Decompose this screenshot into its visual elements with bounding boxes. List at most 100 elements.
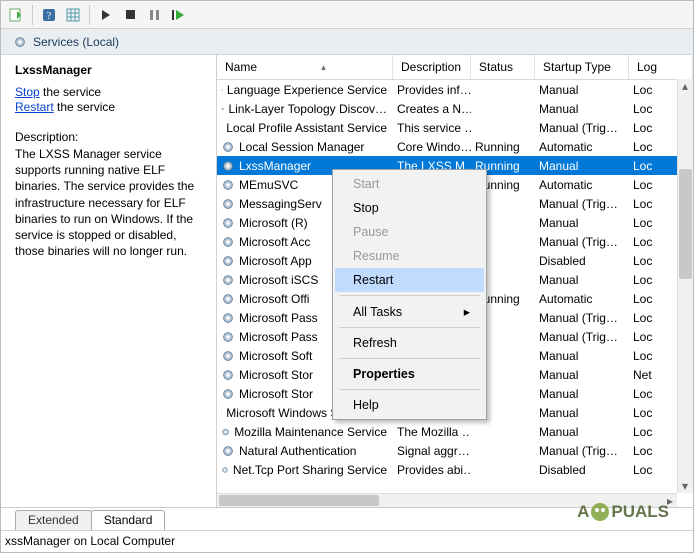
gear-icon bbox=[221, 349, 235, 363]
tab-standard[interactable]: Standard bbox=[91, 510, 166, 530]
gear-icon bbox=[221, 311, 235, 325]
separator bbox=[89, 5, 90, 25]
cell-startup: Automatic bbox=[535, 140, 629, 154]
header-title: Services (Local) bbox=[33, 35, 119, 49]
toolbar-btn-export[interactable] bbox=[5, 4, 27, 26]
cell-startup: Disabled bbox=[535, 254, 629, 268]
gear-icon bbox=[221, 159, 235, 173]
table-row[interactable]: Local Session ManagerCore Windo…RunningA… bbox=[217, 137, 693, 156]
cell-startup: Automatic bbox=[535, 178, 629, 192]
table-row[interactable]: Local Profile Assistant ServiceThis serv… bbox=[217, 118, 693, 137]
ctx-all-tasks-label: All Tasks bbox=[353, 305, 402, 319]
scrollbar-vertical[interactable]: ▴ ▾ bbox=[677, 79, 693, 493]
gear-icon bbox=[221, 216, 235, 230]
cell-startup: Manual bbox=[535, 83, 629, 97]
ctx-separator bbox=[339, 358, 480, 359]
col-status[interactable]: Status bbox=[471, 55, 535, 79]
scroll-up-icon[interactable]: ▴ bbox=[678, 79, 692, 93]
cell-startup: Manual bbox=[535, 216, 629, 230]
ctx-start[interactable]: Start bbox=[335, 172, 484, 196]
description-label: Description: bbox=[15, 130, 206, 144]
scroll-thumb-vertical[interactable] bbox=[679, 169, 692, 279]
gear-icon bbox=[221, 83, 223, 97]
ctx-all-tasks[interactable]: All Tasks▸ bbox=[335, 299, 484, 324]
gear-icon bbox=[221, 387, 235, 401]
gear-icon bbox=[221, 463, 229, 477]
col-name-label: Name bbox=[225, 60, 257, 74]
stop-suffix: the service bbox=[40, 85, 101, 99]
cell-name: Local Profile Assistant Service bbox=[217, 121, 393, 135]
table-row[interactable]: Natural AuthenticationSignal aggr…Manual… bbox=[217, 441, 693, 460]
toolbar-btn-stop[interactable] bbox=[119, 4, 141, 26]
table-row[interactable]: Link-Layer Topology Discov…Creates a N…M… bbox=[217, 99, 693, 118]
tab-extended[interactable]: Extended bbox=[15, 510, 92, 530]
table-row[interactable]: Net.Tcp Port Sharing ServiceProvides abi… bbox=[217, 460, 693, 479]
status-bar: xssManager on Local Computer bbox=[1, 530, 693, 552]
ctx-separator bbox=[339, 389, 480, 390]
detail-service-name: LxssManager bbox=[15, 63, 206, 77]
restart-service-line: Restart the service bbox=[15, 100, 206, 114]
cell-startup: Automatic bbox=[535, 292, 629, 306]
scroll-right-icon[interactable]: ▸ bbox=[663, 494, 677, 507]
cell-name: Local Session Manager bbox=[217, 140, 393, 154]
table-row[interactable]: Mozilla Maintenance ServiceThe Mozilla …… bbox=[217, 422, 693, 441]
ctx-properties[interactable]: Properties bbox=[335, 362, 484, 386]
description-body: The LXSS Manager service supports runnin… bbox=[15, 146, 206, 259]
svg-text:?: ? bbox=[47, 11, 52, 22]
separator bbox=[32, 5, 33, 25]
toolbar-btn-start[interactable] bbox=[95, 4, 117, 26]
gear-icon bbox=[221, 444, 235, 458]
gear-icon bbox=[221, 197, 235, 211]
scrollbar-horizontal[interactable]: ◂ ▸ bbox=[217, 493, 677, 507]
restart-link[interactable]: Restart bbox=[15, 100, 54, 114]
ctx-resume[interactable]: Resume bbox=[335, 244, 484, 268]
col-startup[interactable]: Startup Type bbox=[535, 55, 629, 79]
cell-startup: Manual bbox=[535, 368, 629, 382]
cell-startup: Manual bbox=[535, 387, 629, 401]
ctx-help[interactable]: Help bbox=[335, 393, 484, 417]
services-window: { "toolbar": { "btn_back": "←", "btn_fwd… bbox=[0, 0, 694, 553]
gear-icon bbox=[221, 330, 235, 344]
cell-name: Net.Tcp Port Sharing Service bbox=[217, 463, 393, 477]
table-row[interactable]: Language Experience ServiceProvides inf…… bbox=[217, 80, 693, 99]
export-icon bbox=[9, 8, 23, 22]
cell-description: Core Windo… bbox=[393, 140, 471, 154]
col-description[interactable]: Description bbox=[393, 55, 471, 79]
cell-startup: Manual (Trig… bbox=[535, 121, 629, 135]
ctx-pause[interactable]: Pause bbox=[335, 220, 484, 244]
scroll-down-icon[interactable]: ▾ bbox=[678, 479, 692, 493]
col-logon[interactable]: Log bbox=[629, 55, 693, 79]
cell-description: Creates a N… bbox=[393, 102, 471, 116]
services-icon bbox=[13, 35, 27, 49]
ctx-separator bbox=[339, 327, 480, 328]
stop-service-line: Stop the service bbox=[15, 85, 206, 99]
toolbar-btn-restart[interactable] bbox=[167, 4, 189, 26]
ctx-stop[interactable]: Stop bbox=[335, 196, 484, 220]
gear-icon bbox=[221, 292, 235, 306]
cell-startup: Disabled bbox=[535, 463, 629, 477]
gear-icon bbox=[221, 273, 235, 287]
col-name[interactable]: Name ▴ bbox=[217, 55, 393, 79]
pause-icon bbox=[150, 10, 159, 20]
cell-startup: Manual (Trig… bbox=[535, 330, 629, 344]
sort-asc-icon: ▴ bbox=[321, 62, 326, 73]
gear-icon bbox=[221, 406, 222, 420]
cell-name: Language Experience Service bbox=[217, 83, 393, 97]
toolbar-btn-grid[interactable] bbox=[62, 4, 84, 26]
ctx-separator bbox=[339, 295, 480, 296]
gear-icon bbox=[221, 140, 235, 154]
stop-icon bbox=[126, 10, 135, 19]
header-bar: Services (Local) bbox=[1, 29, 693, 55]
cell-status: Running bbox=[471, 140, 535, 154]
cell-description: Provides abi… bbox=[393, 463, 471, 477]
ctx-refresh[interactable]: Refresh bbox=[335, 331, 484, 355]
gear-icon bbox=[221, 368, 235, 382]
stop-link[interactable]: Stop bbox=[15, 85, 40, 99]
detail-pane: LxssManager Stop the service Restart the… bbox=[1, 55, 217, 507]
context-menu: Start Stop Pause Resume Restart All Task… bbox=[332, 169, 487, 420]
toolbar-btn-help[interactable]: ? bbox=[38, 4, 60, 26]
scroll-thumb-horizontal[interactable] bbox=[219, 495, 379, 506]
cell-startup: Manual bbox=[535, 102, 629, 116]
ctx-restart[interactable]: Restart bbox=[335, 268, 484, 292]
toolbar-btn-pause[interactable] bbox=[143, 4, 165, 26]
